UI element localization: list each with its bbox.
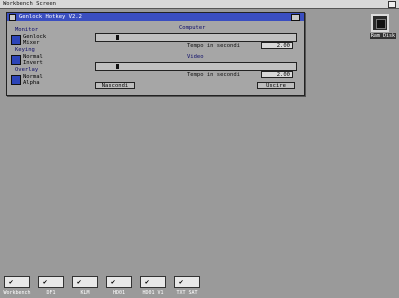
checkmark-icon: ✔ <box>111 278 116 286</box>
computer-tempo-label: Tempo in secondi <box>187 43 240 49</box>
computer-slider-knob[interactable] <box>116 35 119 40</box>
drive-label: KLM <box>80 290 90 296</box>
drive-label: HD01 <box>112 290 126 296</box>
window-titlebar[interactable]: Genlock Hotkey V2.2 <box>7 13 304 21</box>
disk-icon: ✔ <box>4 276 30 288</box>
video-label: Video <box>187 54 204 60</box>
drive-label: TXT SAT <box>176 290 198 296</box>
computer-tempo-field[interactable]: 2.00 <box>261 42 293 49</box>
option-mixer[interactable]: Mixer <box>23 40 40 46</box>
screen-titlebar: Workbench Screen <box>0 0 399 9</box>
checkmark-icon: ✔ <box>77 278 82 286</box>
keying-group-title: Keying <box>15 47 35 53</box>
overlay-radio[interactable] <box>11 75 21 85</box>
monitor-radio[interactable] <box>11 35 21 45</box>
disk-icon: ✔ <box>140 276 166 288</box>
window-title: Genlock Hotkey V2.2 <box>19 14 82 20</box>
close-gadget[interactable] <box>9 14 16 21</box>
option-alpha[interactable]: Alpha <box>23 80 40 86</box>
genlock-window: Genlock Hotkey V2.2 Monitor Genlock Mixe… <box>6 12 305 96</box>
overlay-group-title: Overlay <box>15 67 39 73</box>
checkmark-icon: ✔ <box>43 278 48 286</box>
video-tempo-field[interactable]: 2.00 <box>261 71 293 78</box>
drive-workbench[interactable]: ✔ Workbench <box>2 276 32 298</box>
drive-txt-sat[interactable]: ✔ TXT SAT <box>172 276 202 298</box>
disk-icon: ✔ <box>106 276 132 288</box>
depth-gadget[interactable] <box>291 14 300 21</box>
drive-klm[interactable]: ✔ KLM <box>70 276 100 298</box>
video-slider-knob[interactable] <box>116 64 119 69</box>
drive-hd01-v1[interactable]: ✔ HD01 V1 <box>138 276 168 298</box>
monitor-group-title: Monitor <box>15 27 39 33</box>
video-tempo-label: Tempo in secondi <box>187 72 240 78</box>
screen-depth-gadget[interactable] <box>388 1 396 8</box>
disk-icon: ✔ <box>174 276 200 288</box>
overlay-group: Overlay Normal Alpha <box>11 67 91 89</box>
screen-title: Workbench Screen <box>3 1 56 7</box>
checkmark-icon: ✔ <box>145 278 150 286</box>
monitor-group: Monitor Genlock Mixer <box>11 27 91 49</box>
drive-label: HD01 V1 <box>142 290 164 296</box>
video-slider[interactable] <box>95 62 297 71</box>
disk-icon: ✔ <box>38 276 64 288</box>
computer-label: Computer <box>179 25 206 31</box>
disk-icon: ✔ <box>72 276 98 288</box>
drive-label: Workbench <box>3 290 31 296</box>
drive-dock: ✔ Workbench ✔ DF1 ✔ KLM ✔ HD01 ✔ HD01 V1… <box>2 276 212 298</box>
drive-hd01[interactable]: ✔ HD01 <box>104 276 134 298</box>
hide-button[interactable]: Nascondi <box>95 82 135 89</box>
option-invert[interactable]: Invert <box>23 60 43 66</box>
computer-slider[interactable] <box>95 33 297 42</box>
checkmark-icon: ✔ <box>9 278 14 286</box>
drive-df1[interactable]: ✔ DF1 <box>36 276 66 298</box>
keying-radio[interactable] <box>11 55 21 65</box>
ram-disk-label[interactable]: Ram Disk <box>369 33 396 39</box>
checkmark-icon: ✔ <box>179 278 184 286</box>
ram-disk-icon[interactable] <box>371 14 389 32</box>
drive-label: DF1 <box>46 290 56 296</box>
keying-group: Keying Normal Invert <box>11 47 91 69</box>
quit-button[interactable]: Uscire <box>257 82 295 89</box>
ram-disk-icon-inner <box>376 19 386 29</box>
